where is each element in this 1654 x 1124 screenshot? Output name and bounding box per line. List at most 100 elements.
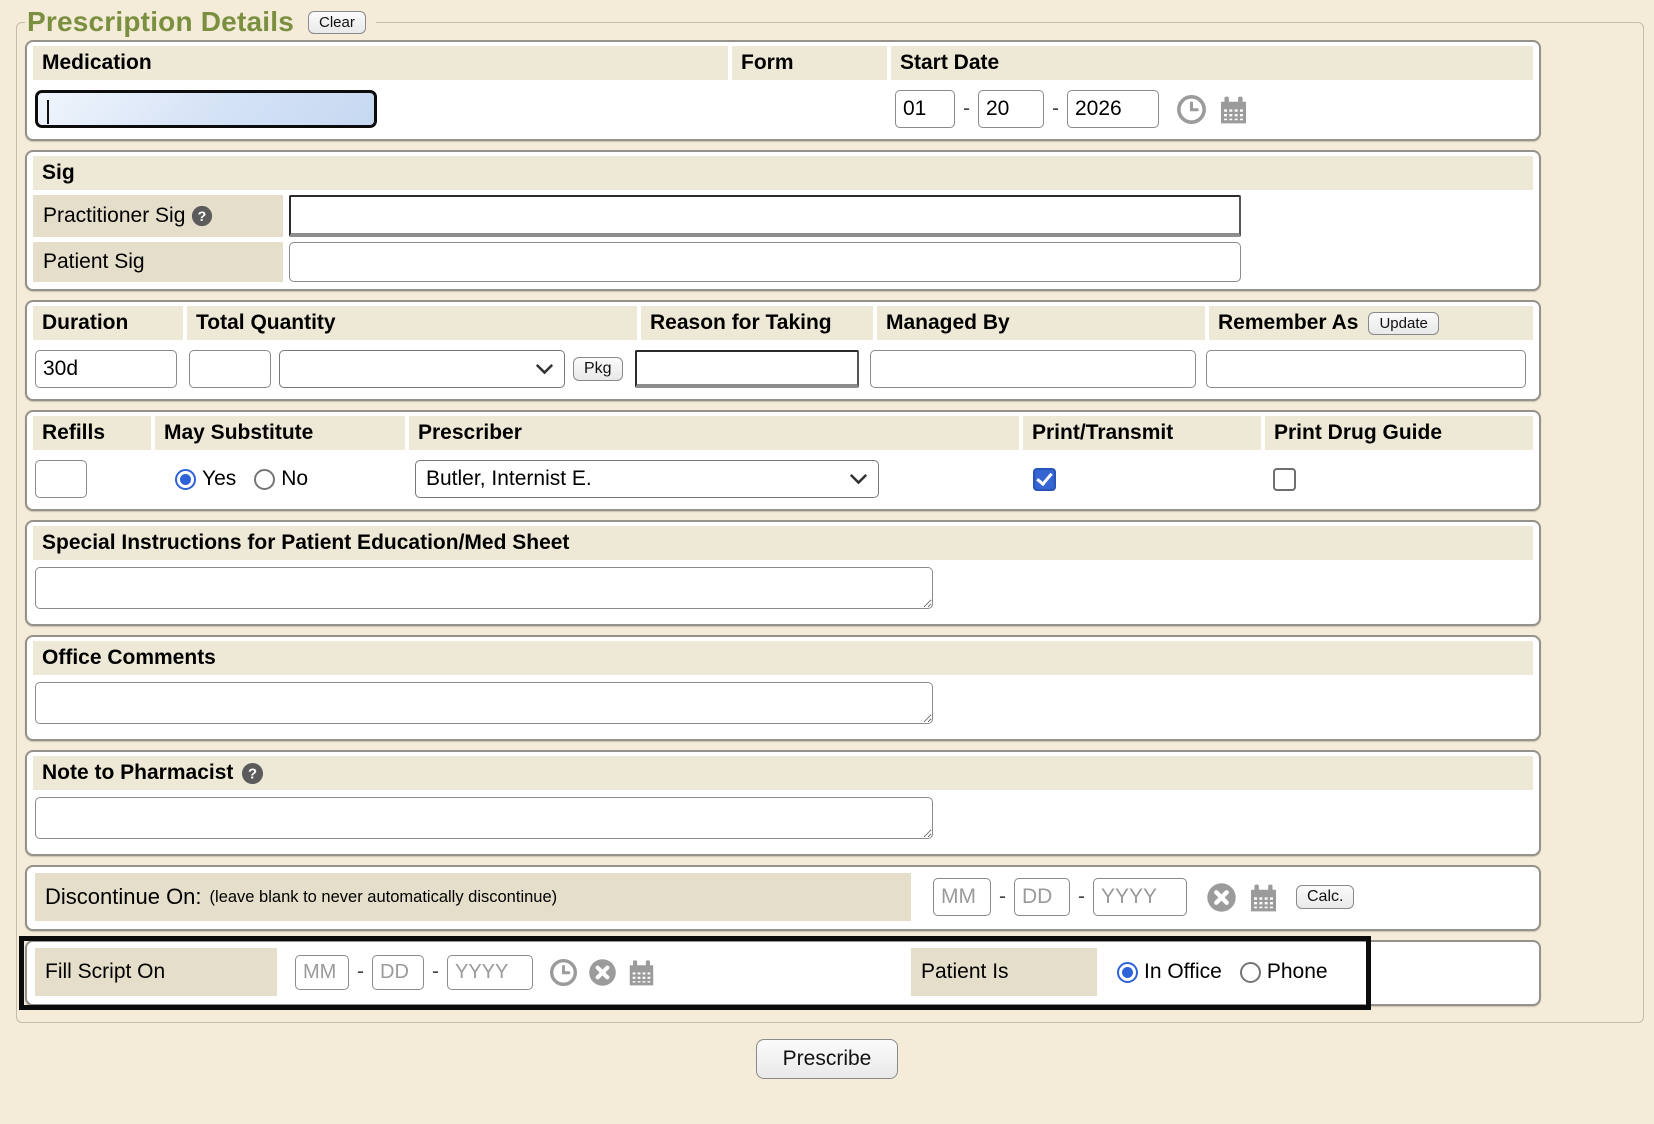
quantity-unit-select[interactable] <box>279 350 565 388</box>
medication-input[interactable] <box>35 90 377 128</box>
start-day-input[interactable] <box>978 90 1044 128</box>
fill-script-label-text: Fill Script On <box>45 960 165 984</box>
patient-is-label: Patient Is <box>911 948 1097 996</box>
office-comments-textarea[interactable] <box>35 682 933 724</box>
discontinue-month-input[interactable] <box>933 878 991 916</box>
svg-text:?: ? <box>248 766 257 782</box>
patient-sig-row: Patient Sig <box>33 242 1533 282</box>
refills-column-header: Refills <box>33 416 151 450</box>
medication-header-row: Medication Form Start Date <box>33 46 1533 80</box>
date-separator: - <box>1049 97 1062 121</box>
discontinue-row: Discontinue On: (leave blank to never au… <box>33 871 1533 923</box>
text-caret <box>47 100 49 124</box>
clear-button[interactable]: Clear <box>308 11 366 34</box>
discontinue-year-input[interactable] <box>1093 878 1187 916</box>
calc-button[interactable]: Calc. <box>1296 885 1354 909</box>
remember-as-input[interactable] <box>1206 350 1526 388</box>
office-comments-section: Office Comments <box>25 635 1541 741</box>
start-date-group: - - <box>895 90 1249 128</box>
office-comments-header-row: Office Comments <box>33 641 1533 675</box>
clock-icon[interactable] <box>549 958 578 987</box>
discontinue-date-group: - - Calc. <box>933 878 1354 916</box>
print-transmit-checkbox[interactable] <box>1033 468 1056 491</box>
svg-text:?: ? <box>198 209 207 225</box>
clear-date-icon[interactable] <box>1206 882 1237 913</box>
discontinue-section: Discontinue On: (leave blank to never au… <box>25 865 1541 931</box>
prescriber-column-header: Prescriber <box>409 416 1019 450</box>
clear-date-icon[interactable] <box>588 958 617 987</box>
medication-input-row: - - <box>33 85 1533 133</box>
page-title: Prescription Details <box>27 6 294 38</box>
refills-input[interactable] <box>35 460 87 498</box>
note-to-pharmacist-textarea[interactable] <box>35 797 933 839</box>
remember-as-column-header: Remember As Update <box>1209 306 1533 340</box>
note-to-pharmacist-header-text: Note to Pharmacist <box>42 761 233 785</box>
managed-by-column-header: Managed By <box>877 306 1205 340</box>
duration-section: Duration Total Quantity Reason for Takin… <box>25 300 1541 401</box>
print-drug-guide-column-header: Print Drug Guide <box>1265 416 1533 450</box>
patient-sig-input[interactable] <box>289 242 1241 282</box>
duration-input[interactable] <box>35 350 177 388</box>
phone-radio[interactable] <box>1240 962 1261 983</box>
phone-label: Phone <box>1267 960 1328 984</box>
start-date-column-header: Start Date <box>891 46 1533 80</box>
managed-by-input[interactable] <box>870 350 1196 388</box>
may-substitute-group: Yes No <box>175 467 326 491</box>
calendar-icon[interactable] <box>627 958 656 987</box>
update-button[interactable]: Update <box>1368 312 1438 335</box>
date-separator: - <box>996 885 1009 909</box>
calendar-icon[interactable] <box>1218 94 1249 125</box>
practitioner-sig-label: Practitioner Sig ? <box>33 195 283 237</box>
special-instructions-textarea[interactable] <box>35 567 933 609</box>
reason-for-taking-input[interactable] <box>635 350 859 388</box>
print-drug-guide-checkbox[interactable] <box>1273 468 1296 491</box>
help-icon[interactable]: ? <box>241 762 264 785</box>
footer: Prescribe <box>0 1039 1654 1079</box>
in-office-label: In Office <box>1144 960 1222 984</box>
chevron-down-icon <box>849 473 868 485</box>
reason-column-header: Reason for Taking <box>641 306 873 340</box>
substitute-yes-radio[interactable] <box>175 469 196 490</box>
fill-year-input[interactable] <box>447 955 533 990</box>
may-substitute-column-header: May Substitute <box>155 416 405 450</box>
discontinue-hint-text: (leave blank to never automatically disc… <box>210 888 558 907</box>
prescribe-button[interactable]: Prescribe <box>756 1039 899 1079</box>
practitioner-sig-row: Practitioner Sig ? <box>33 195 1533 237</box>
in-office-radio[interactable] <box>1117 962 1138 983</box>
duration-header-row: Duration Total Quantity Reason for Takin… <box>33 306 1533 340</box>
total-quantity-input[interactable] <box>189 350 271 388</box>
substitute-no-label: No <box>281 467 308 491</box>
print-transmit-column-header: Print/Transmit <box>1023 416 1261 450</box>
discontinue-label-text: Discontinue On: <box>45 884 202 910</box>
prescriber-select[interactable]: Butler, Internist E. <box>415 460 879 498</box>
medication-column-header: Medication <box>33 46 728 80</box>
practitioner-sig-input[interactable] <box>289 195 1241 237</box>
sig-header-row: Sig <box>33 156 1533 190</box>
start-month-input[interactable] <box>895 90 955 128</box>
patient-sig-label-text: Patient Sig <box>43 250 145 274</box>
patient-is-group: In Office Phone <box>1117 960 1346 984</box>
duration-input-row: Pkg <box>33 345 1533 393</box>
help-icon[interactable]: ? <box>191 205 213 227</box>
total-quantity-column-header: Total Quantity <box>187 306 637 340</box>
special-instructions-header: Special Instructions for Patient Educati… <box>33 526 1533 560</box>
date-separator: - <box>1075 885 1088 909</box>
fill-day-input[interactable] <box>372 955 424 990</box>
duration-column-header: Duration <box>33 306 183 340</box>
calendar-icon[interactable] <box>1248 882 1279 913</box>
form-column-header: Form <box>732 46 887 80</box>
clock-icon[interactable] <box>1176 94 1207 125</box>
pkg-button[interactable]: Pkg <box>573 357 623 381</box>
substitute-no-radio[interactable] <box>254 469 275 490</box>
note-to-pharmacist-section: Note to Pharmacist ? <box>25 750 1541 856</box>
fill-script-section: Fill Script On - - Patient Is <box>25 940 1541 1006</box>
discontinue-label: Discontinue On: (leave blank to never au… <box>35 873 911 921</box>
discontinue-day-input[interactable] <box>1014 878 1070 916</box>
fill-month-input[interactable] <box>295 955 349 990</box>
sig-header: Sig <box>33 156 1533 190</box>
fieldset-legend: Prescription Details Clear <box>25 6 376 38</box>
patient-is-label-text: Patient Is <box>921 960 1009 984</box>
special-instructions-section: Special Instructions for Patient Educati… <box>25 520 1541 626</box>
start-year-input[interactable] <box>1067 90 1159 128</box>
note-to-pharmacist-header: Note to Pharmacist ? <box>33 756 1533 790</box>
